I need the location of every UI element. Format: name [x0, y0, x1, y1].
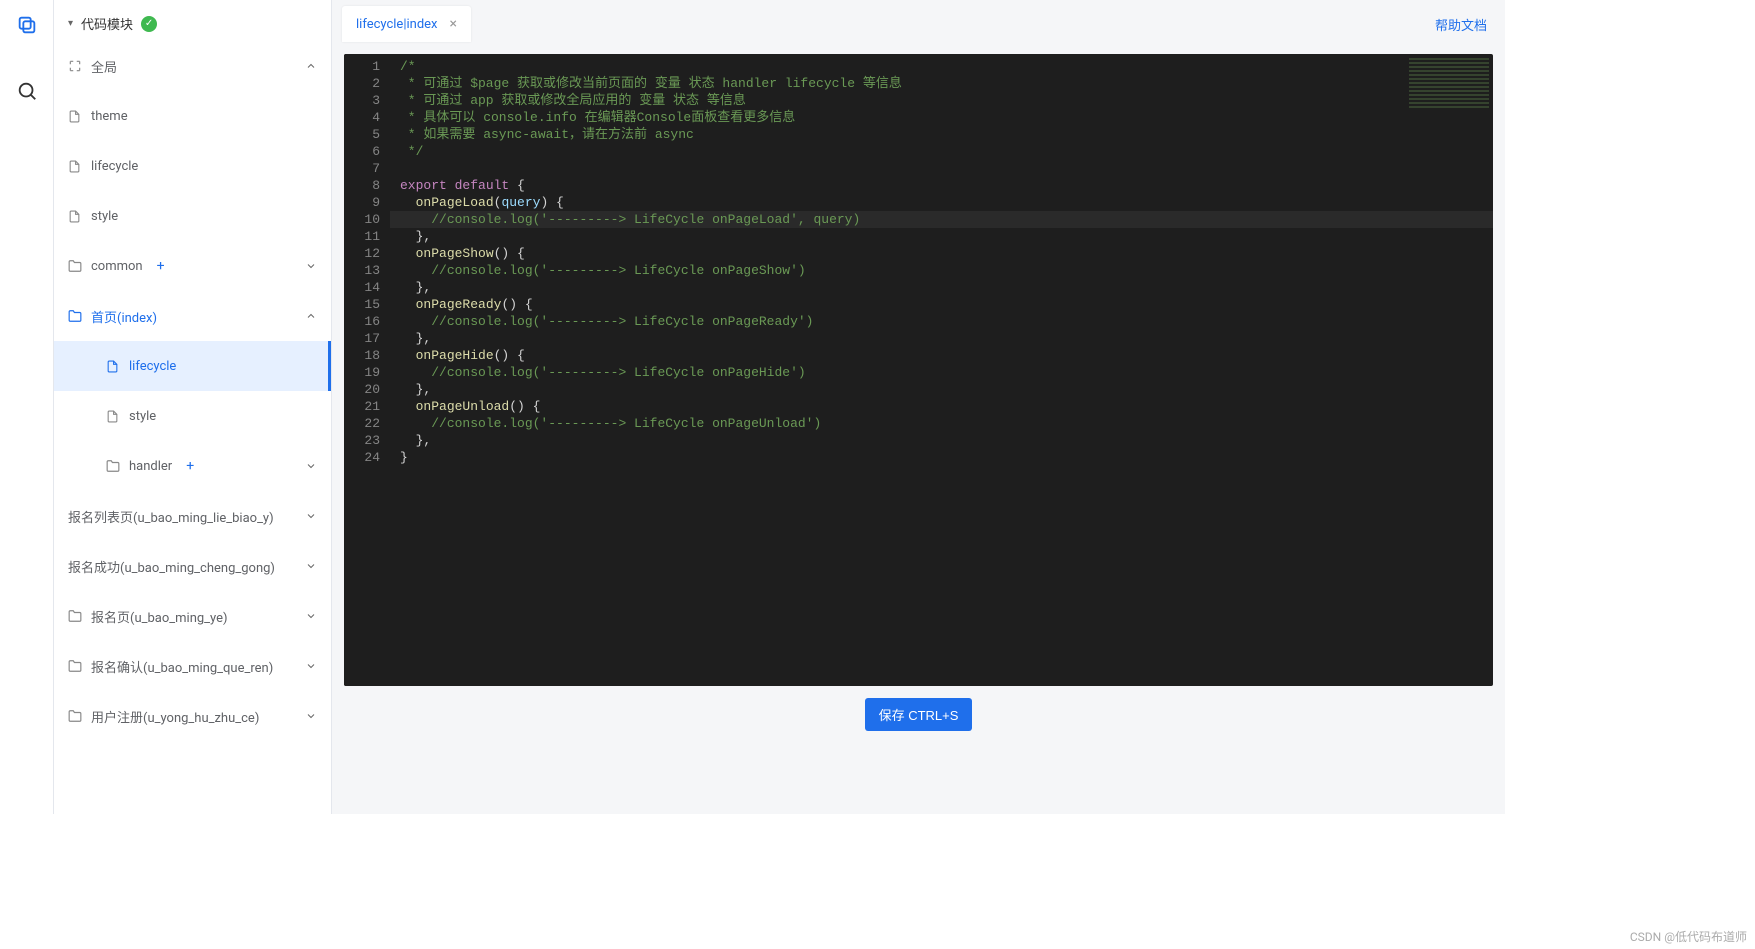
folder-icon [68, 259, 83, 273]
main-area: lifecycle|index × 帮助文档 12345678910111213… [332, 0, 1505, 814]
code-body[interactable]: /* * 可通过 $page 获取或修改当前页面的 变量 状态 handler … [390, 54, 1493, 686]
file-icon [68, 210, 83, 223]
copy-icon[interactable] [16, 14, 38, 36]
nav-page-confirm[interactable]: 报名确认(u_bao_ming_que_ren) [54, 641, 331, 691]
chevron-down-icon [305, 660, 317, 672]
chevron-down-icon [305, 510, 317, 522]
save-bar: 保存 CTRL+S [332, 692, 1505, 741]
chevron-down-icon [305, 460, 317, 472]
nav-page-list[interactable]: 报名列表页(u_bao_ming_lie_biao_y) [54, 491, 331, 541]
file-icon [68, 110, 83, 123]
nav-page-reg[interactable]: 报名页(u_bao_ming_ye) [54, 591, 331, 641]
nav-style-file[interactable]: style [54, 391, 331, 441]
check-icon: ✓ [141, 16, 157, 32]
search-icon[interactable] [16, 80, 38, 102]
tab-lifecycle[interactable]: lifecycle|index × [342, 6, 471, 42]
chevron-down-icon: ▾ [68, 18, 73, 29]
chevron-up-icon [305, 310, 317, 322]
folder-icon [68, 309, 83, 323]
line-gutter: 123456789101112131415161718192021222324 [344, 54, 390, 686]
left-rail [0, 0, 54, 814]
nav-global[interactable]: 全局 [54, 41, 331, 91]
help-link[interactable]: 帮助文档 [1435, 15, 1487, 34]
file-icon [106, 360, 121, 373]
folder-icon [68, 659, 83, 673]
nav-home[interactable]: 首页(index) [54, 291, 331, 341]
file-icon [106, 410, 121, 423]
nav-handler[interactable]: handler+ [54, 441, 331, 491]
minimap[interactable] [1409, 58, 1489, 108]
sidebar-header[interactable]: ▾ 代码模块 ✓ [54, 0, 331, 41]
chevron-down-icon [305, 610, 317, 622]
file-icon [68, 160, 83, 173]
save-button[interactable]: 保存 CTRL+S [865, 698, 973, 731]
add-icon[interactable]: + [157, 258, 165, 274]
folder-icon [68, 609, 83, 623]
add-icon[interactable]: + [186, 458, 194, 474]
nav-theme[interactable]: theme [54, 91, 331, 141]
folder-icon [106, 459, 121, 473]
nav-lifecycle-global[interactable]: lifecycle [54, 141, 331, 191]
chevron-down-icon [305, 260, 317, 272]
close-icon[interactable]: × [450, 16, 457, 32]
nav-lifecycle-file[interactable]: lifecycle [54, 341, 331, 391]
nav-style-global[interactable]: style [54, 191, 331, 241]
chevron-up-icon [305, 60, 317, 72]
sidebar-title: 代码模块 [81, 14, 133, 33]
fullscreen-icon [68, 59, 83, 73]
chevron-down-icon [305, 560, 317, 572]
sidebar: ▾ 代码模块 ✓ 全局 theme lifecycle style common… [54, 0, 332, 814]
tab-bar: lifecycle|index × 帮助文档 [332, 0, 1505, 42]
nav-page-success[interactable]: 报名成功(u_bao_ming_cheng_gong) [54, 541, 331, 591]
chevron-down-icon [305, 710, 317, 722]
folder-icon [68, 709, 83, 723]
watermark: CSDN @低代码布道师 [1630, 928, 1747, 945]
code-editor[interactable]: 123456789101112131415161718192021222324 … [344, 54, 1493, 686]
nav-page-user[interactable]: 用户注册(u_yong_hu_zhu_ce) [54, 691, 331, 741]
tab-label: lifecycle|index [356, 17, 438, 32]
nav-common[interactable]: common+ [54, 241, 331, 291]
